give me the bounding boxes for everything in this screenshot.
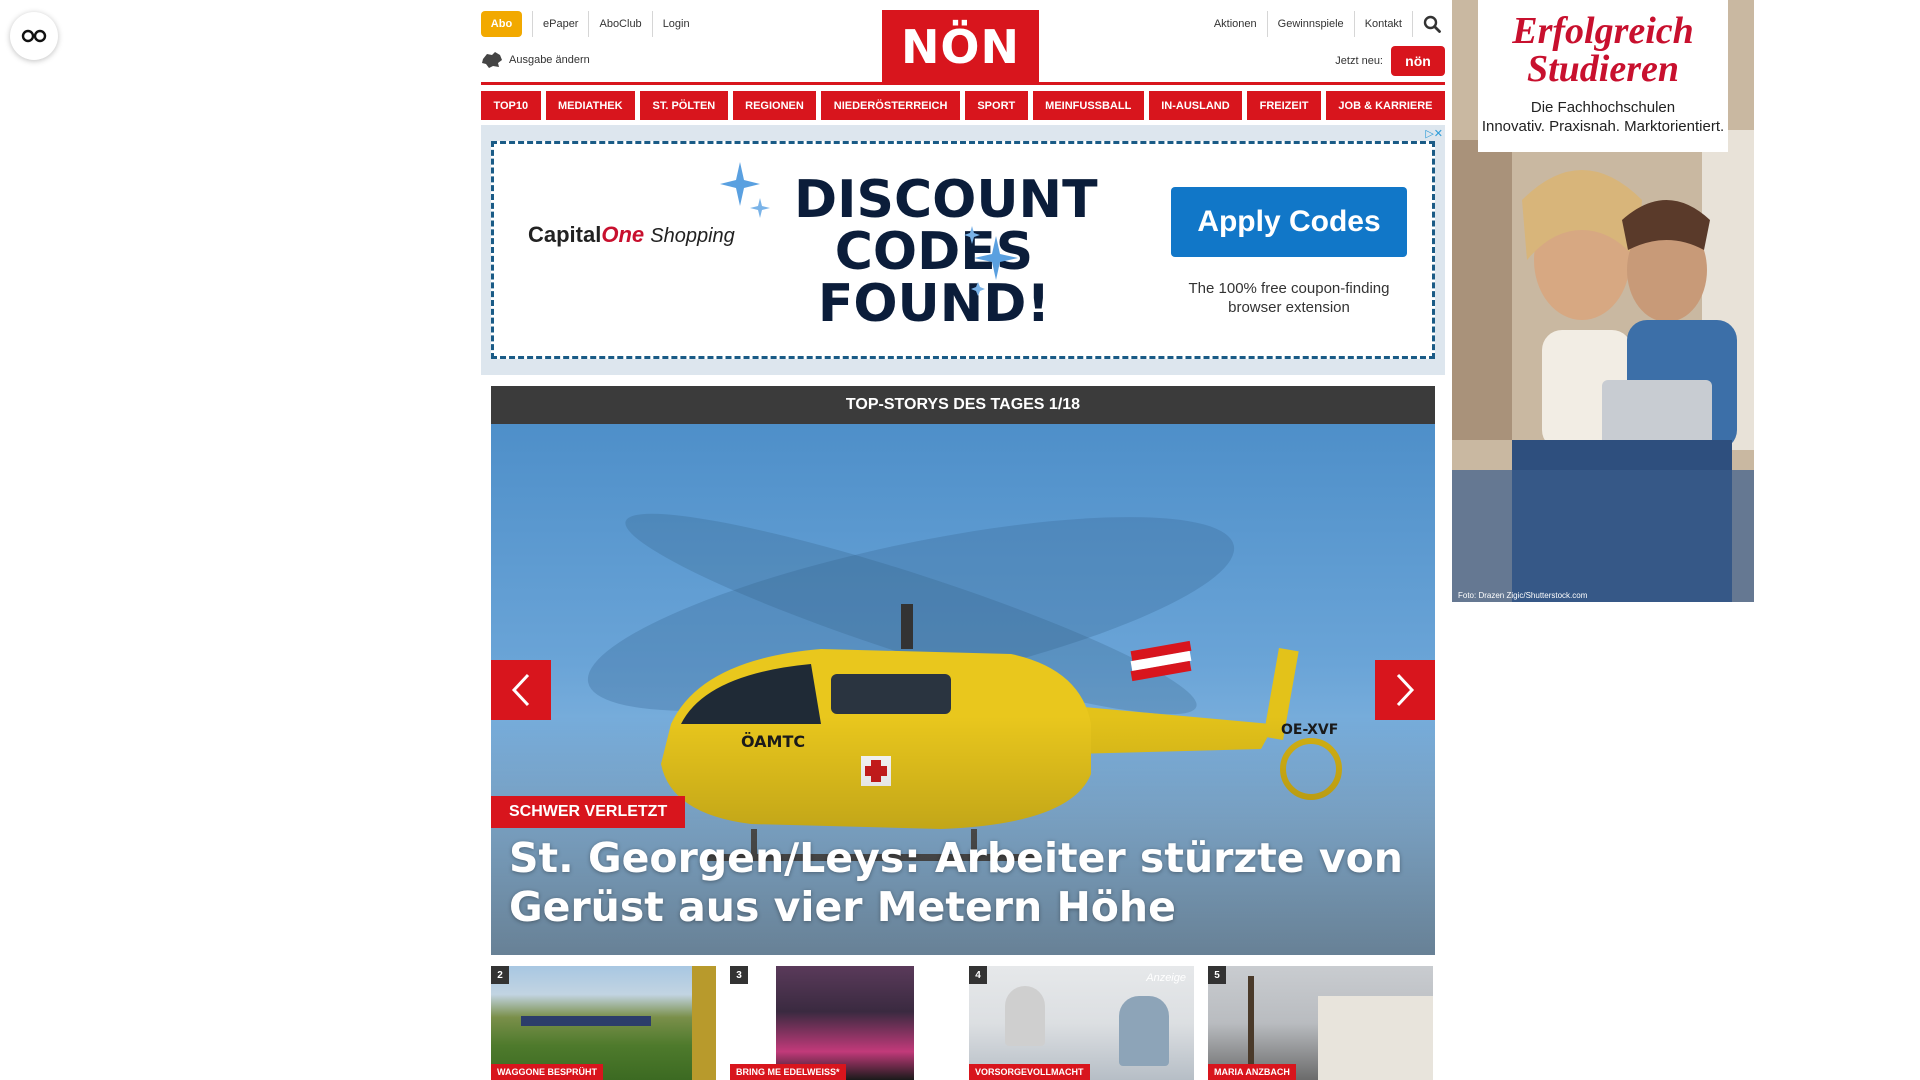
- thumb-caption: WAGGONE BESPRÜHT: [491, 1064, 604, 1080]
- capital-one-logo: CapitalOne Shopping: [528, 222, 735, 248]
- change-edition[interactable]: Ausgabe ändern: [481, 51, 590, 69]
- person-shape: [1119, 996, 1169, 1066]
- ad-headline-line-2: CODES: [834, 222, 1034, 282]
- chevron-left-icon: [511, 673, 530, 707]
- gewinnspiele-link[interactable]: Gewinnspiele: [1268, 11, 1355, 37]
- aboclub-link[interactable]: AboClub: [588, 11, 651, 37]
- ad-headline-line-3: FOUND!: [817, 274, 1051, 334]
- top-stories-slider: TOP-STORYS DES TAGES 1/18 ÖAMTC OE-XVF S…: [491, 386, 1435, 955]
- slider-title: TOP-STORYS DES TAGES 1/18: [491, 386, 1435, 424]
- house-shape: [1318, 996, 1433, 1080]
- abo-button[interactable]: Abo: [481, 11, 522, 37]
- apply-codes-button[interactable]: Apply Codes: [1171, 187, 1407, 257]
- heli-registration-text: OE-XVF: [1281, 722, 1338, 738]
- main-column: Abo ePaper AboClub Login Ausgabe ändern …: [481, 0, 1445, 1080]
- slider-prev-button[interactable]: [491, 660, 551, 720]
- sidebar-ad[interactable]: Erfolgreich Studieren Die Fachhochschule…: [1452, 0, 1754, 602]
- main-nav: TOP10 MEDIATHEK ST. PÖLTEN REGIONEN NIED…: [481, 91, 1445, 120]
- sparkle-icon: [964, 226, 1018, 296]
- reader-mode-button[interactable]: [10, 12, 58, 60]
- heli-livery-text: ÖAMTC: [741, 732, 805, 751]
- sidebar-ad-sub-line-2: Innovativ. Praxisnah. Marktorientiert.: [1481, 118, 1725, 135]
- change-edition-label: Ausgabe ändern: [509, 54, 590, 66]
- person-shape: [1005, 986, 1045, 1046]
- brand-one: One: [601, 222, 645, 247]
- sponsored-badge: Anzeige: [1146, 972, 1186, 984]
- ad-headline: DISCOUNT CODES FOUND!: [794, 170, 1098, 334]
- thumb-caption: VORSORGEVOLLMACHT: [969, 1064, 1090, 1080]
- group-photo: [776, 966, 914, 1080]
- nav-item-st-poelten[interactable]: ST. PÖLTEN: [640, 91, 728, 120]
- sidebar-ad-header: Erfolgreich Studieren Die Fachhochschule…: [1478, 0, 1728, 152]
- thumb-story[interactable]: 2 WAGGONE BESPRÜHT: [491, 966, 716, 1080]
- ad-creative[interactable]: CapitalOne Shopping DISCOUNT CODES FOUND…: [491, 141, 1435, 359]
- ad-subtext: The 100% free coupon-finding browser ext…: [1188, 280, 1390, 316]
- nav-item-meinfussball[interactable]: MEINFUSSBALL: [1032, 91, 1144, 120]
- top-banner-ad[interactable]: ▷✕ CapitalOne Shopping DISCOUNT CODES FO…: [481, 125, 1445, 375]
- svg-text:ÖAMTC: ÖAMTC: [741, 732, 805, 751]
- nav-item-job-karriere[interactable]: JOB & KARRIERE: [1325, 91, 1445, 120]
- slider-next-button[interactable]: [1375, 660, 1435, 720]
- brand-shopping: Shopping: [650, 225, 735, 247]
- epaper-link[interactable]: ePaper: [532, 11, 588, 37]
- nav-item-regionen[interactable]: REGIONEN: [732, 91, 817, 120]
- sidebar-ad-title-line-2: Studieren: [1526, 48, 1680, 90]
- nav-item-sport[interactable]: SPORT: [964, 91, 1028, 120]
- story-thumbnails: 2 WAGGONE BESPRÜHT 3 BRING ME EDELWEISS*…: [491, 966, 1435, 1080]
- jetzt-neu-label: Jetzt neu:: [1335, 55, 1383, 67]
- sidebar-ad-sub-line-1: Die Fachhochschulen: [1530, 99, 1676, 116]
- story-tag: SCHWER VERLETZT: [491, 796, 686, 828]
- thumb-number: 2: [491, 966, 509, 984]
- tree-shape: [692, 966, 716, 1080]
- brand-capital: Capital: [528, 222, 602, 247]
- header-divider: [481, 82, 1445, 85]
- login-link[interactable]: Login: [651, 11, 700, 37]
- chevron-right-icon: [1396, 673, 1415, 707]
- map-icon: [482, 52, 502, 68]
- glasses-icon: [21, 29, 47, 43]
- app-promo: Jetzt neu: nön: [1335, 46, 1445, 76]
- sidebar-ad-title-line-1: Erfolgreich: [1512, 10, 1694, 52]
- sparkle-icon: [720, 162, 770, 218]
- sidebar-ad-subtitle: Die Fachhochschulen Innovativ. Praxisnah…: [1478, 98, 1728, 136]
- thumb-number: 4: [969, 966, 987, 984]
- right-links: Aktionen Gewinnspiele Kontakt: [1204, 11, 1445, 37]
- thumb-story[interactable]: 4 Anzeige VORSORGEVOLLMACHT: [969, 966, 1194, 1080]
- thumb-caption: BRING ME EDELWEISS*: [730, 1064, 846, 1080]
- thumb-story[interactable]: 3 BRING ME EDELWEISS*: [730, 966, 955, 1080]
- sidebar-ad-title: Erfolgreich Studieren: [1478, 0, 1728, 88]
- ad-close-icon[interactable]: ▷✕: [1425, 127, 1443, 140]
- thumb-story[interactable]: 5 MARIA ANZBACH: [1208, 966, 1433, 1080]
- svg-text:OE-XVF: OE-XVF: [1281, 722, 1338, 738]
- photo-credit: Foto: Drazen Zigic/Shutterstock.com: [1458, 591, 1588, 600]
- thumb-number: 5: [1208, 966, 1226, 984]
- nav-item-mediathek[interactable]: MEDIATHEK: [545, 91, 636, 120]
- kontakt-link[interactable]: Kontakt: [1355, 11, 1413, 37]
- search-icon: [1423, 15, 1441, 33]
- aktionen-link[interactable]: Aktionen: [1204, 11, 1268, 37]
- thumb-caption: MARIA ANZBACH: [1208, 1064, 1296, 1080]
- nav-item-niederoesterreich[interactable]: NIEDERÖSTERREICH: [821, 91, 960, 120]
- thumb-number: 3: [730, 966, 748, 984]
- nav-item-top10[interactable]: TOP10: [481, 91, 541, 120]
- story-headline[interactable]: St. Georgen/Leys: Arbeiter stürzte von G…: [509, 834, 1409, 932]
- slide-main[interactable]: ÖAMTC OE-XVF SCHWER VERLETZT St. Georgen…: [491, 424, 1435, 955]
- train-shape: [521, 1016, 651, 1026]
- ad-headline-line-1: DISCOUNT: [794, 170, 1098, 230]
- nav-item-in-ausland[interactable]: IN-AUSLAND: [1148, 91, 1243, 120]
- app-badge[interactable]: nön: [1391, 46, 1445, 76]
- site-logo[interactable]: NÖN: [882, 10, 1039, 84]
- search-button[interactable]: [1419, 11, 1445, 37]
- site-header: Abo ePaper AboClub Login Ausgabe ändern …: [481, 0, 1445, 84]
- top-links: ePaper AboClub Login: [532, 11, 700, 37]
- nav-item-freizeit[interactable]: FREIZEIT: [1247, 91, 1321, 120]
